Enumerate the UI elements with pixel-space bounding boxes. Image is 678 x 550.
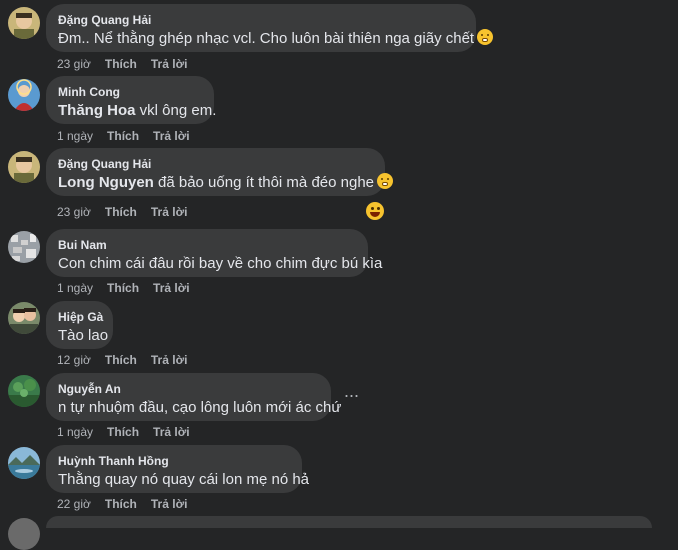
comment-time[interactable]: 1 ngày	[57, 281, 93, 295]
comment-time[interactable]: 12 giờ	[57, 353, 91, 367]
like-button[interactable]: Thích	[107, 425, 139, 439]
mention-link[interactable]: Thăng Hoa	[58, 102, 136, 119]
comment-text: Thằng quay nó quay cái lon mẹ nó hả	[58, 471, 310, 488]
comment-meta: 22 giờ Thích Trả lời	[57, 496, 201, 512]
shocked-emoji-icon	[477, 29, 494, 45]
comment-bubble: Đặng Quang Hải Long Nguyen đã bảo uống í…	[46, 148, 394, 196]
reply-button[interactable]: Trả lời	[151, 497, 188, 511]
comment-meta: 23 giờ Thích Trả lời	[57, 204, 201, 220]
comment-meta: 1 ngày Thích Trả lời	[57, 280, 204, 296]
comment-meta: 23 giờ Thích Trả lời	[57, 56, 201, 72]
avatar[interactable]	[8, 518, 40, 550]
comment-time[interactable]: 1 ngày	[57, 129, 93, 143]
haha-reaction-icon[interactable]	[366, 202, 384, 220]
shocked-emoji-icon	[377, 173, 394, 189]
comment-bubble: Hiệp Gà Tào lao	[46, 301, 113, 349]
comment-time[interactable]: 22 giờ	[57, 497, 91, 511]
avatar[interactable]	[8, 231, 40, 263]
comment-text-body: đã bảo uống ít thôi mà đéo nghe	[153, 174, 375, 191]
like-button[interactable]: Thích	[105, 57, 137, 71]
comment-text: Thăng Hoa vkl ông em.	[58, 101, 216, 121]
reply-button[interactable]: Trả lời	[151, 353, 188, 367]
comment-text: n tự nhuộm đầu, cạo lông luôn mới ác chứ	[58, 399, 342, 416]
more-options-icon[interactable]: ···	[340, 386, 362, 404]
reply-button[interactable]: Trả lời	[153, 129, 190, 143]
like-button[interactable]: Thích	[105, 353, 137, 367]
comment-bubble: Bui Nam Con chim cái đâu rồi bay về cho …	[46, 229, 383, 277]
comment-author[interactable]: Bui Nam	[58, 237, 356, 253]
avatar[interactable]	[8, 151, 40, 183]
comment-bubble: Đặng Quang Hải Đm.. Nể thằng ghép nhạc v…	[46, 4, 494, 52]
reply-button[interactable]: Trả lời	[153, 281, 190, 295]
comment-time[interactable]: 23 giờ	[57, 57, 91, 71]
comment-author[interactable]: Đặng Quang Hải	[58, 156, 373, 172]
avatar[interactable]	[8, 7, 40, 39]
like-button[interactable]: Thích	[107, 281, 139, 295]
comment-bubble: Nguyễn An n tự nhuộm đầu, cạo lông luôn …	[46, 373, 342, 421]
mention-link[interactable]: Long Nguyen	[58, 174, 154, 191]
like-button[interactable]: Thích	[105, 497, 137, 511]
comment-author[interactable]: Minh Cong	[58, 84, 202, 100]
comment-meta: 1 ngày Thích Trả lời	[57, 128, 204, 144]
comment-text: Con chim cái đâu rồi bay về cho chim đực…	[58, 255, 383, 272]
comment-meta: 12 giờ Thích Trả lời	[57, 352, 201, 368]
comment-text: Long Nguyen đã bảo uống ít thôi mà đéo n…	[58, 173, 394, 193]
comment-bubble	[46, 516, 652, 528]
reply-button[interactable]: Trả lời	[151, 57, 188, 71]
comment-time[interactable]: 1 ngày	[57, 425, 93, 439]
comment-time[interactable]: 23 giờ	[57, 205, 91, 219]
comment-bubble: Huỳnh Thanh Hồng Thằng quay nó quay cái …	[46, 445, 310, 493]
comment-text-body: vkl ông em.	[135, 102, 217, 119]
comment-text-body: Đm.. Nể thằng ghép nhạc vcl. Cho luôn bà…	[58, 30, 475, 47]
comment-meta: 1 ngày Thích Trả lời	[57, 424, 204, 440]
avatar[interactable]	[8, 302, 40, 334]
comment-author[interactable]: Nguyễn An	[58, 381, 319, 397]
avatar[interactable]	[8, 79, 40, 111]
reply-button[interactable]: Trả lời	[151, 205, 188, 219]
comment-author[interactable]: Huỳnh Thanh Hồng	[58, 453, 290, 469]
like-button[interactable]: Thích	[107, 129, 139, 143]
reply-button[interactable]: Trả lời	[153, 425, 190, 439]
avatar[interactable]	[8, 375, 40, 407]
like-button[interactable]: Thích	[105, 205, 137, 219]
avatar[interactable]	[8, 447, 40, 479]
comment-text: Đm.. Nể thằng ghép nhạc vcl. Cho luôn bà…	[58, 29, 494, 49]
comment-author[interactable]: Hiệp Gà	[58, 309, 103, 325]
comment-text: Tào lao	[58, 327, 109, 344]
comment-bubble: Minh Cong Thăng Hoa vkl ông em.	[46, 76, 216, 124]
comment-author[interactable]: Đặng Quang Hải	[58, 12, 464, 28]
